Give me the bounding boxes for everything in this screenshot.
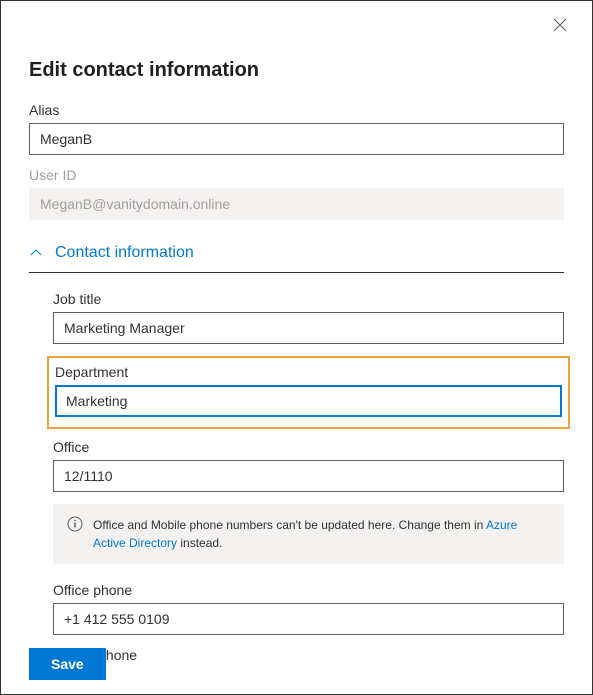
officephone-field-group: Office phone [53, 582, 564, 635]
officephone-label: Office phone [53, 582, 564, 598]
office-label: Office [53, 439, 564, 455]
alias-field-group: Alias [29, 102, 564, 155]
office-input[interactable] [53, 460, 564, 492]
dialog-content: Edit contact information Alias User ID C… [1, 1, 592, 694]
officephone-input[interactable] [53, 603, 564, 635]
save-button[interactable]: Save [29, 648, 106, 680]
info-icon [67, 516, 83, 532]
info-text-before: Office and Mobile phone numbers can't be… [93, 518, 486, 532]
jobtitle-field-group: Job title [53, 291, 564, 344]
jobtitle-input[interactable] [53, 312, 564, 344]
close-icon [553, 18, 567, 32]
dialog-scroll[interactable]: Edit contact information Alias User ID C… [1, 1, 592, 694]
close-button[interactable] [550, 15, 570, 35]
mobilephone-field-group: Mobile phone [53, 647, 564, 663]
userid-input [29, 188, 564, 220]
chevron-up-icon [29, 246, 43, 260]
contact-info-section-toggle[interactable]: Contact information [29, 232, 564, 273]
jobtitle-label: Job title [53, 291, 564, 307]
alias-label: Alias [29, 102, 564, 118]
department-label: Department [55, 364, 562, 380]
page-title: Edit contact information [29, 59, 564, 82]
department-input[interactable] [55, 385, 562, 417]
spacer [29, 675, 564, 694]
department-highlight: Department [47, 356, 570, 429]
alias-input[interactable] [29, 123, 564, 155]
mobilephone-label: Mobile phone [53, 647, 564, 663]
userid-field-group: User ID [29, 167, 564, 220]
phone-info-message: Office and Mobile phone numbers can't be… [53, 504, 564, 564]
contact-info-fields: Job title Department Office [29, 291, 564, 663]
userid-label: User ID [29, 167, 564, 183]
section-title: Contact information [55, 244, 194, 262]
office-field-group: Office [53, 439, 564, 492]
info-text: Office and Mobile phone numbers can't be… [93, 516, 550, 552]
info-text-after: instead. [177, 536, 222, 550]
